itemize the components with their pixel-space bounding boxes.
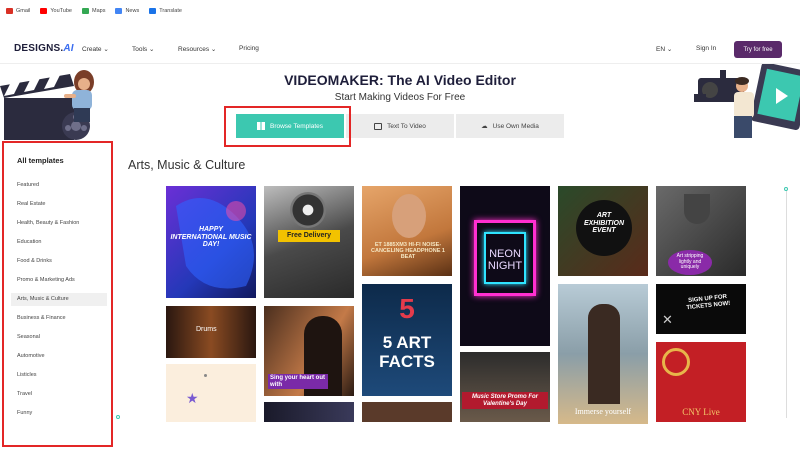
template-valentine[interactable]: Music Store Promo For Valentine's Day [460,352,550,422]
nav-resources[interactable]: Resources ⌄ [178,45,216,53]
translate-icon [149,8,157,14]
bookmark-maps[interactable]: Maps [82,8,105,14]
template-free-delivery[interactable]: Free Delivery [264,186,354,298]
template-headphone[interactable]: ET 1885XM3 HI-FI NOISE-CANCELING HEADPHO… [362,186,452,276]
person-figure [392,194,426,238]
tab-text-to-video[interactable]: Text To Video [346,114,454,138]
section-title: Arts, Music & Culture [128,158,246,172]
chevron-down-icon: ⌄ [210,46,217,53]
nav-create[interactable]: Create ⌄ [82,45,109,53]
page-subtitle: Start Making Videos For Free [334,92,466,103]
template-art-facts[interactable]: 5 5 ART FACTS [362,284,452,396]
youtube-icon [40,8,48,14]
chevron-down-icon: ⌄ [103,46,109,53]
template-sing-your-heart[interactable]: Sing your heart out with [264,306,354,396]
template-caption: SIGN UP FOR TICKETS NOW! [686,294,731,311]
template-sign-up-tickets[interactable]: SIGN UP FOR TICKETS NOW! ✕ [656,284,746,334]
resize-dot [116,415,120,419]
template-caption: Drums [196,326,217,333]
language-select[interactable]: EN ⌄ [656,45,672,53]
text-icon [374,122,383,130]
dot-icon [204,374,207,377]
template-neon-night[interactable]: NEON NIGHT [460,186,550,346]
chevron-down-icon: ⌄ [666,46,673,53]
star-icon: ★ [186,390,199,406]
fan-pattern [662,348,690,376]
template-cny-live[interactable]: CNY Live [656,342,746,422]
template-dark-strip[interactable] [264,402,354,422]
maps-icon [82,8,89,14]
template-caption: CNY Live [682,407,720,417]
phonograph-icon [290,192,326,228]
template-caption: Immerse yourself [574,407,632,416]
scroll-dot-top[interactable] [784,187,788,191]
close-x-icon: ✕ [662,312,673,327]
template-caption: HAPPY INTERNATIONAL MUSIC DAY! [170,226,252,249]
chevron-down-icon: ⌄ [149,46,155,53]
cloud-upload-icon: ☁ [481,123,488,130]
template-caption-number: 5 [399,293,415,324]
template-caption: ART EXHIBITION EVENT [583,212,625,235]
highlight-box-sidebar [2,141,113,447]
nav-tools[interactable]: Tools ⌄ [132,45,154,53]
try-free-button[interactable]: Try for free [734,41,782,58]
page-title: VIDEOMAKER: The AI Video Editor [284,72,516,88]
bookmark-translate[interactable]: Translate [149,8,182,14]
gmail-icon [6,8,13,14]
template-art-stripping[interactable]: Art stripping lightly and uniquely [656,186,746,276]
bookmarks-bar: Gmail YouTube Maps News Translate [0,0,800,22]
template-caption: Free Delivery [278,230,340,242]
template-drums[interactable]: Drums [166,306,256,358]
template-caption: Art stripping lightly and uniquely [668,250,712,275]
news-icon [115,8,123,14]
bookmark-youtube[interactable]: YouTube [40,8,72,14]
scroll-track[interactable] [786,190,787,418]
template-caption: ET 1885XM3 HI-FI NOISE-CANCELING HEADPHO… [371,242,445,261]
template-art-cream[interactable]: ★ [166,364,256,422]
template-caption: NEON NIGHT [487,248,523,273]
sign-in-link[interactable]: Sign In [696,45,716,52]
nav-pricing[interactable]: Pricing [239,45,259,52]
template-caption: Sing your heart out with [268,374,328,390]
template-caption: Music Store Promo For Valentine's Day [462,392,548,410]
template-immerse-yourself[interactable]: Immerse yourself [558,284,648,424]
trophy-icon [684,194,710,224]
woman-figure [588,304,620,404]
highlight-box-tab [224,106,351,147]
tab-use-own-media[interactable]: ☁ Use Own Media [456,114,564,138]
bookmark-news[interactable]: News [115,8,139,14]
template-brown-strip[interactable] [362,402,452,422]
bookmark-gmail[interactable]: Gmail [6,8,30,14]
top-nav: DESIGNS.AI Create ⌄ Tools ⌄ Resources ⌄ … [0,36,800,64]
template-art-exhibition[interactable]: ART EXHIBITION EVENT [558,186,648,276]
template-music-day[interactable]: HAPPY INTERNATIONAL MUSIC DAY! [166,186,256,298]
template-caption: 5 ART FACTS [379,333,435,371]
designs-ai-logo[interactable]: DESIGNS.AI [14,43,74,54]
